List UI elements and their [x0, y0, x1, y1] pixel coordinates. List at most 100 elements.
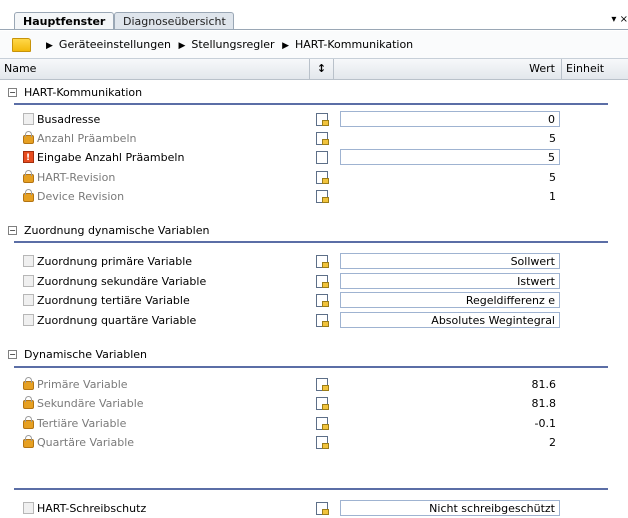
- row-hart-schreibschutz: HART-Schreibschutz Nicht schreibgeschütz…: [0, 499, 628, 518]
- row-quartaere-variable: Quartäre Variable 2: [0, 433, 628, 452]
- tab-bar: Hauptfenster Diagnoseübersicht ▾ ×: [0, 0, 628, 30]
- edit-icon[interactable]: [316, 171, 329, 184]
- row-label: Device Revision: [37, 190, 125, 203]
- chevron-right-icon: ▶: [282, 41, 290, 51]
- collapse-icon[interactable]: −: [8, 350, 17, 359]
- row-label: HART-Revision: [37, 171, 116, 184]
- edit-icon[interactable]: [316, 436, 329, 449]
- row-zuordnung-quartaere-variable: Zuordnung quartäre Variable Absolutes We…: [0, 311, 628, 330]
- row-value: 5: [549, 132, 556, 145]
- zuordnung-quartaere-variable-select[interactable]: Absolutes Wegintegral: [340, 312, 560, 328]
- row-label: Primäre Variable: [37, 378, 128, 391]
- folder-icon[interactable]: [12, 38, 31, 52]
- column-wert[interactable]: Wert: [334, 59, 562, 79]
- document-icon: [23, 502, 34, 514]
- row-value: 5: [549, 171, 556, 184]
- row-label: Sekundäre Variable: [37, 397, 144, 410]
- row-zuordnung-tertiaere-variable: Zuordnung tertiäre Variable Regeldiffere…: [0, 291, 628, 310]
- lock-icon: [23, 170, 34, 183]
- row-device-revision: Device Revision 1: [0, 187, 628, 206]
- row-value: 81.6: [531, 378, 557, 391]
- group-zuordnung-dynamische-variablen: − Zuordnung dynamische Variablen: [0, 221, 628, 241]
- zuordnung-tertiaere-variable-select[interactable]: Regeldifferenz e: [340, 292, 560, 308]
- row-zuordnung-primaere-variable: Zuordnung primäre Variable Sollwert: [0, 252, 628, 271]
- row-sekundaere-variable: Sekundäre Variable 81.8: [0, 394, 628, 413]
- busadresse-input[interactable]: 0: [340, 111, 560, 127]
- group-label: Zuordnung dynamische Variablen: [24, 224, 210, 237]
- group-dynamische-variablen: − Dynamische Variablen: [0, 345, 628, 365]
- document-icon: [23, 275, 34, 287]
- lock-icon: [23, 435, 34, 448]
- edit-icon[interactable]: [316, 502, 329, 515]
- group-hart-kommunikation: − HART-Kommunikation: [0, 83, 628, 103]
- tab-menu-icon[interactable]: ▾ ×: [611, 14, 628, 25]
- row-value: 81.8: [531, 397, 557, 410]
- edit-icon[interactable]: [316, 378, 329, 391]
- breadcrumb: ▶ Geräteeinstellungen ▶ Stellungsregler ▶ H…: [0, 31, 628, 59]
- group-divider: [14, 241, 608, 243]
- lock-icon: [23, 396, 34, 409]
- row-label: Zuordnung tertiäre Variable: [37, 294, 190, 307]
- group-divider: [14, 366, 608, 368]
- document-icon: [23, 113, 34, 125]
- tab-divider: [0, 29, 628, 30]
- breadcrumb-item-stellungsregler[interactable]: Stellungsregler: [191, 38, 274, 51]
- row-tertiaere-variable: Tertiäre Variable -0.1: [0, 414, 628, 433]
- row-zuordnung-sekundaere-variable: Zuordnung sekundäre Variable Istwert: [0, 272, 628, 291]
- row-label: Tertiäre Variable: [37, 417, 127, 430]
- row-label: Quartäre Variable: [37, 436, 135, 449]
- hart-schreibschutz-select[interactable]: Nicht schreibgeschützt: [340, 500, 560, 516]
- group-label: HART-Kommunikation: [24, 86, 143, 99]
- row-label: Zuordnung sekundäre Variable: [37, 275, 207, 288]
- edit-icon[interactable]: [316, 190, 329, 203]
- breadcrumb-path: ▶ Geräteeinstellungen ▶ Stellungsregler ▶ H…: [42, 31, 413, 60]
- edit-icon[interactable]: [316, 397, 329, 410]
- row-label: Eingabe Anzahl Präambeln: [37, 151, 185, 164]
- eingabe-anzahl-praeambeln-input[interactable]: 5: [340, 149, 560, 165]
- zuordnung-primaere-variable-select[interactable]: Sollwert: [340, 253, 560, 269]
- row-label: Busadresse: [37, 113, 101, 126]
- document-icon: [23, 255, 34, 267]
- lock-icon: [23, 131, 34, 144]
- group-label: Dynamische Variablen: [24, 348, 147, 361]
- edit-icon[interactable]: [316, 132, 329, 145]
- row-label: Zuordnung primäre Variable: [37, 255, 193, 268]
- document-icon: [23, 314, 34, 326]
- sort-icon[interactable]: ↕: [310, 59, 334, 79]
- edit-icon[interactable]: [316, 255, 329, 268]
- lock-icon: [23, 377, 34, 390]
- group-divider: [14, 103, 608, 105]
- row-value: -0.1: [534, 417, 556, 430]
- tab-diagnoseuebersicht[interactable]: Diagnoseübersicht: [114, 12, 234, 29]
- row-hart-revision: HART-Revision 5: [0, 168, 628, 187]
- edit-icon[interactable]: [316, 275, 329, 288]
- tab-hauptfenster[interactable]: Hauptfenster: [14, 12, 114, 29]
- collapse-icon[interactable]: −: [8, 88, 17, 97]
- edit-icon[interactable]: [316, 113, 329, 126]
- row-label: Anzahl Präambeln: [37, 132, 137, 145]
- row-eingabe-anzahl-praeambeln: Eingabe Anzahl Präambeln 5: [0, 148, 628, 168]
- warning-icon: [23, 149, 34, 168]
- row-value: 1: [549, 190, 556, 203]
- row-anzahl-praeambeln: Anzahl Präambeln 5: [0, 129, 628, 148]
- edit-icon[interactable]: [316, 417, 329, 430]
- column-einheit[interactable]: Einheit: [562, 59, 628, 79]
- zuordnung-sekundaere-variable-select[interactable]: Istwert: [340, 273, 560, 289]
- row-primaere-variable: Primäre Variable 81.6: [0, 375, 628, 394]
- row-label: HART-Schreibschutz: [37, 502, 147, 515]
- row-busadresse: Busadresse 0: [0, 110, 628, 129]
- row-value: 2: [549, 436, 556, 449]
- edit-icon[interactable]: [316, 314, 329, 327]
- edit-icon[interactable]: [316, 294, 329, 307]
- column-name[interactable]: Name: [0, 59, 310, 79]
- document-icon: [23, 294, 34, 306]
- document-edit-icon[interactable]: [316, 151, 328, 164]
- lock-icon: [23, 416, 34, 429]
- column-header: Name ↕ Wert Einheit: [0, 59, 628, 80]
- collapse-icon[interactable]: −: [8, 226, 17, 235]
- chevron-right-icon: ▶: [46, 41, 53, 51]
- row-label: Zuordnung quartäre Variable: [37, 314, 197, 327]
- breadcrumb-item-geraeteeinstellungen[interactable]: Geräteeinstellungen: [59, 38, 171, 51]
- lock-icon: [23, 189, 34, 202]
- breadcrumb-item-hart-kommunikation[interactable]: HART-Kommunikation: [295, 38, 413, 51]
